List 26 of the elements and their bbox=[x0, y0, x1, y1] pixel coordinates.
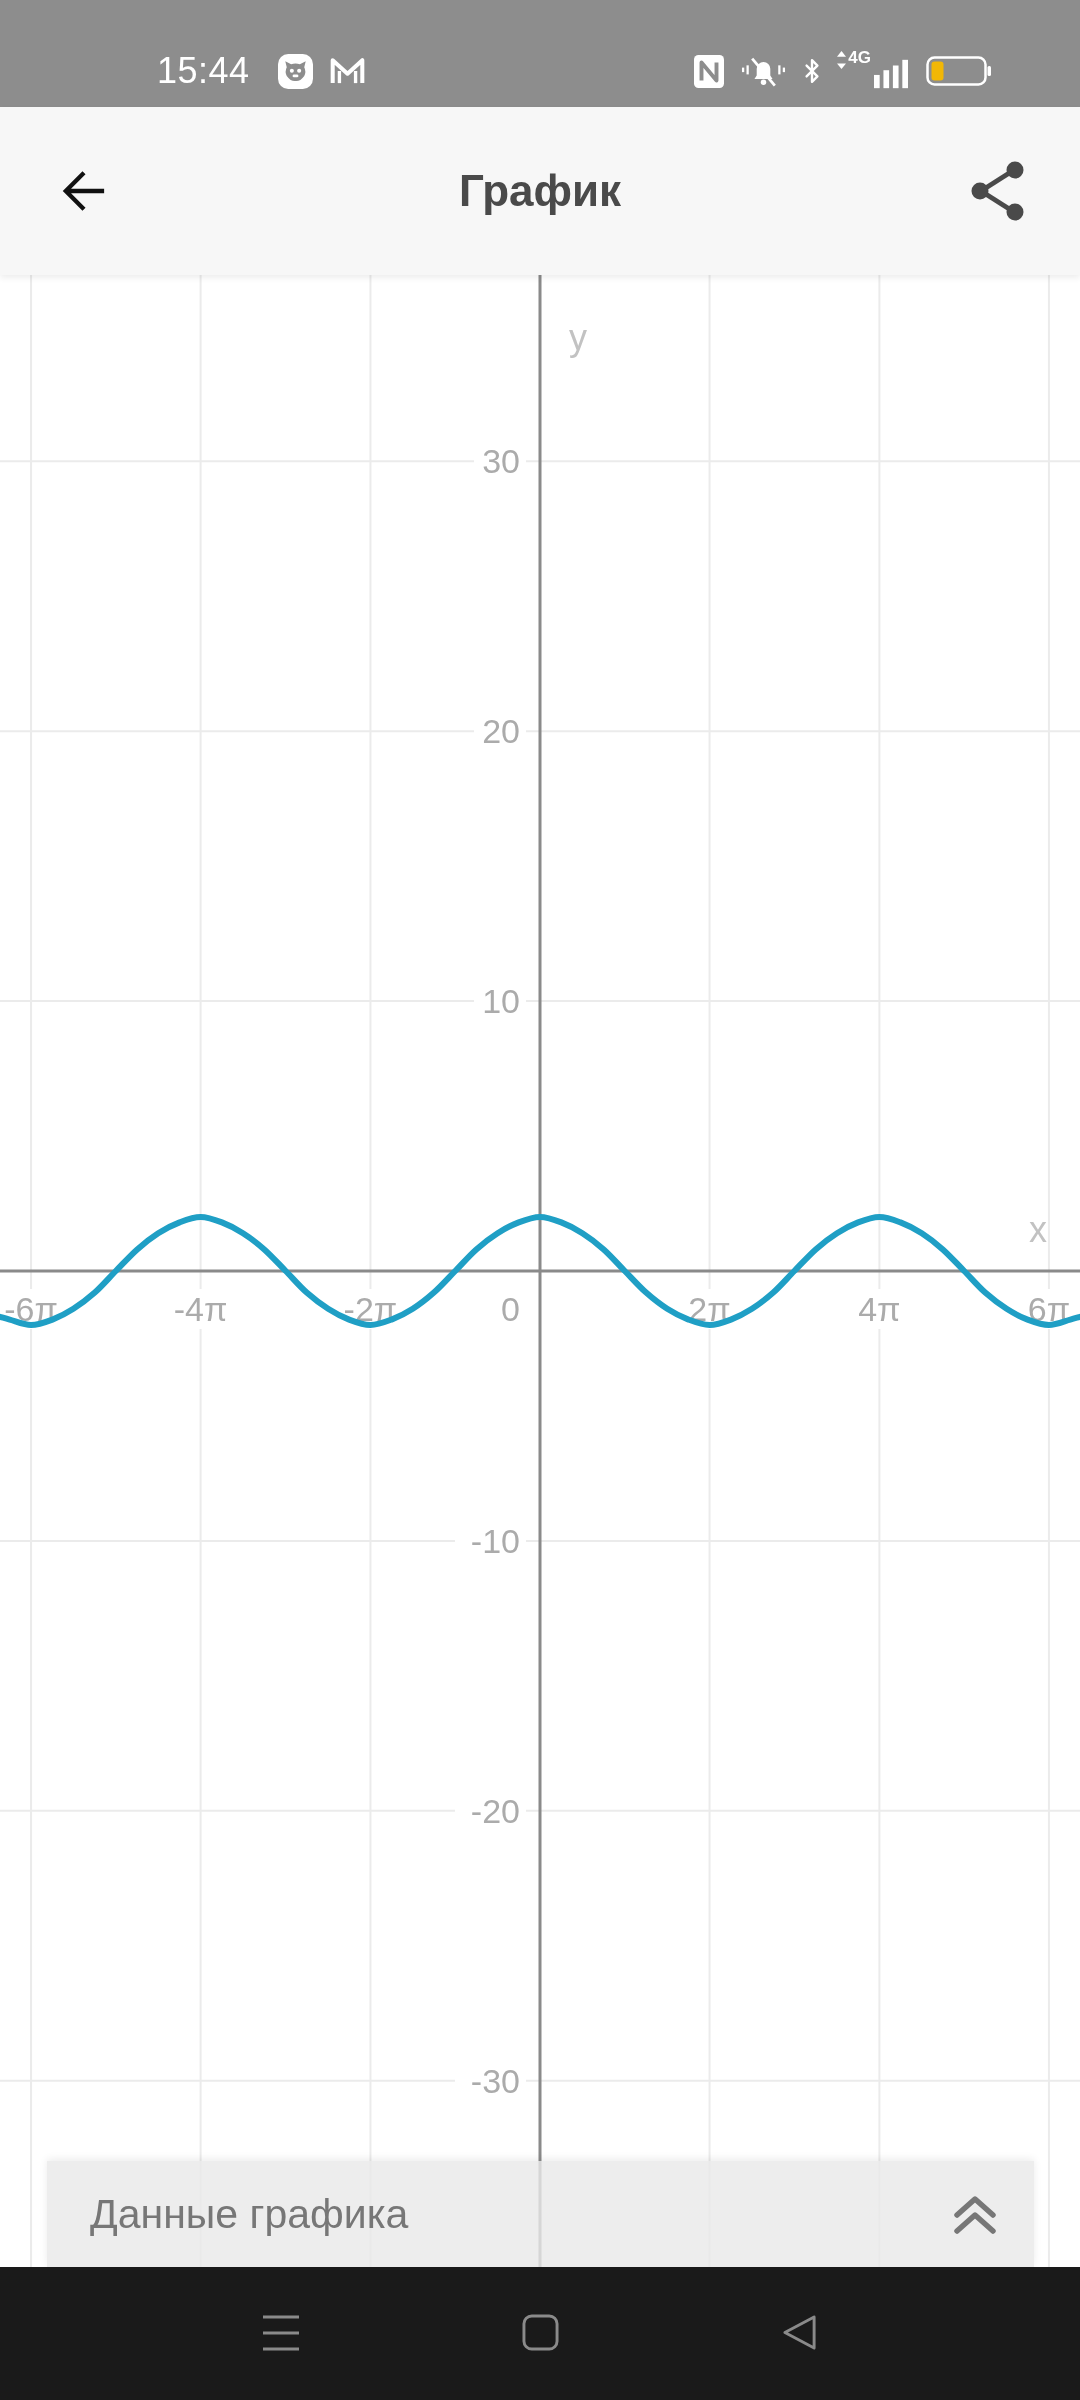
home-icon[interactable] bbox=[522, 2314, 559, 2351]
y-tick-label: -20 bbox=[470, 1791, 520, 1830]
y-axis-title: y bbox=[569, 316, 587, 358]
m-logo-icon bbox=[329, 56, 365, 86]
data-panel-button[interactable]: Данные графика bbox=[47, 2161, 1034, 2267]
nfc-icon bbox=[694, 54, 725, 88]
network-type: 4G bbox=[848, 49, 871, 66]
data-arrows-icon bbox=[837, 51, 847, 69]
y-tick-label: -30 bbox=[470, 2061, 520, 2100]
x-tick-label: 6π bbox=[1027, 1290, 1071, 1328]
x-tick-label: -4π bbox=[173, 1290, 228, 1328]
x-axis-title: x bbox=[1029, 1208, 1047, 1250]
y-tick-label: 30 bbox=[482, 442, 520, 481]
y-tick-label: 20 bbox=[482, 712, 520, 751]
y-tick-label: 10 bbox=[482, 982, 520, 1021]
share-icon bbox=[970, 161, 1026, 221]
signal-icon bbox=[874, 59, 908, 89]
back-icon[interactable] bbox=[781, 2314, 818, 2351]
origin-label: 0 bbox=[501, 1290, 520, 1328]
y-tick-label: -10 bbox=[470, 1521, 520, 1560]
status-time: 15:44 bbox=[157, 53, 250, 89]
x-tick-label: 4π bbox=[858, 1290, 901, 1328]
screen-title: График bbox=[458, 169, 622, 213]
battery-icon bbox=[926, 56, 992, 86]
menu-icon[interactable] bbox=[262, 2313, 300, 2352]
app-icon bbox=[277, 53, 313, 89]
